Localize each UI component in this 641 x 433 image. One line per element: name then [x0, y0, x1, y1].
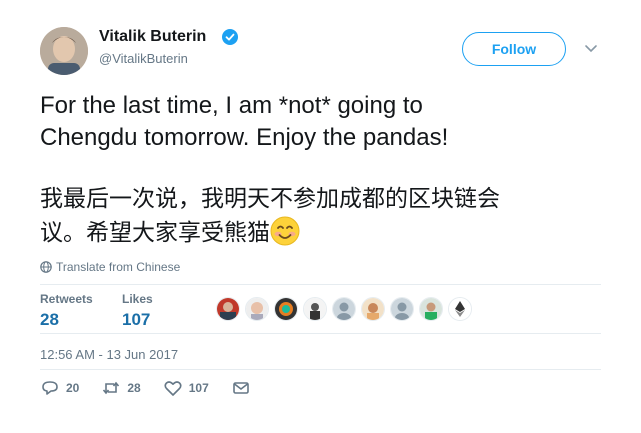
liker-avatar[interactable] [390, 297, 414, 321]
divider-middle [40, 333, 601, 334]
reply-count: 20 [66, 381, 80, 395]
tweet-actions: 20 28 107 [40, 379, 273, 397]
translate-link[interactable]: Translate from Chinese [40, 260, 180, 274]
divider-top [40, 284, 601, 285]
smiling-face-emoji-icon [270, 216, 300, 246]
liker-avatar[interactable] [303, 297, 327, 321]
author-name[interactable]: Vitalik Buterin [99, 28, 206, 46]
reply-icon [42, 381, 58, 395]
globe-icon [40, 261, 52, 273]
reply-button[interactable]: 20 [40, 379, 79, 397]
follow-button[interactable]: Follow [462, 32, 566, 66]
author-handle[interactable]: @VitalikButerin [99, 51, 188, 66]
likes-count: 107 [122, 310, 151, 329]
likes-stat[interactable]: Likes 107 [122, 292, 153, 330]
likes-label: Likes [122, 292, 153, 306]
envelope-icon [232, 382, 249, 394]
liker-avatar[interactable] [332, 297, 356, 321]
tweet-text-english: For the last time, I am *not* going to C… [40, 92, 449, 151]
retweet-button[interactable]: 28 [101, 379, 141, 397]
translate-label: Translate from Chinese [56, 260, 181, 274]
verified-badge-icon [222, 29, 238, 45]
direct-message-button[interactable] [231, 379, 251, 397]
retweets-label: Retweets [40, 292, 93, 306]
like-count: 107 [188, 381, 209, 395]
retweet-count: 28 [127, 381, 141, 395]
like-button[interactable]: 107 [163, 379, 209, 397]
liker-avatar[interactable] [448, 297, 472, 321]
liker-avatars [216, 297, 477, 321]
chevron-down-icon[interactable] [584, 44, 598, 54]
retweets-stat[interactable]: Retweets 28 [40, 292, 93, 330]
retweet-icon [103, 381, 120, 395]
liker-avatar[interactable] [245, 297, 269, 321]
liker-avatar[interactable] [274, 297, 298, 321]
tweet-timestamp[interactable]: 12:56 AM - 13 Jun 2017 [40, 347, 178, 362]
divider-bottom [40, 369, 601, 370]
liker-avatar[interactable] [361, 297, 385, 321]
liker-avatar[interactable] [216, 297, 240, 321]
author-avatar[interactable] [40, 27, 88, 75]
liker-avatar[interactable] [419, 297, 443, 321]
retweets-count: 28 [40, 310, 59, 329]
tweet-text-chinese: 我最后一次说，我明天不参加成都的区块链会 议。希望大家享受熊猫 [40, 182, 615, 250]
heart-icon [164, 381, 182, 396]
